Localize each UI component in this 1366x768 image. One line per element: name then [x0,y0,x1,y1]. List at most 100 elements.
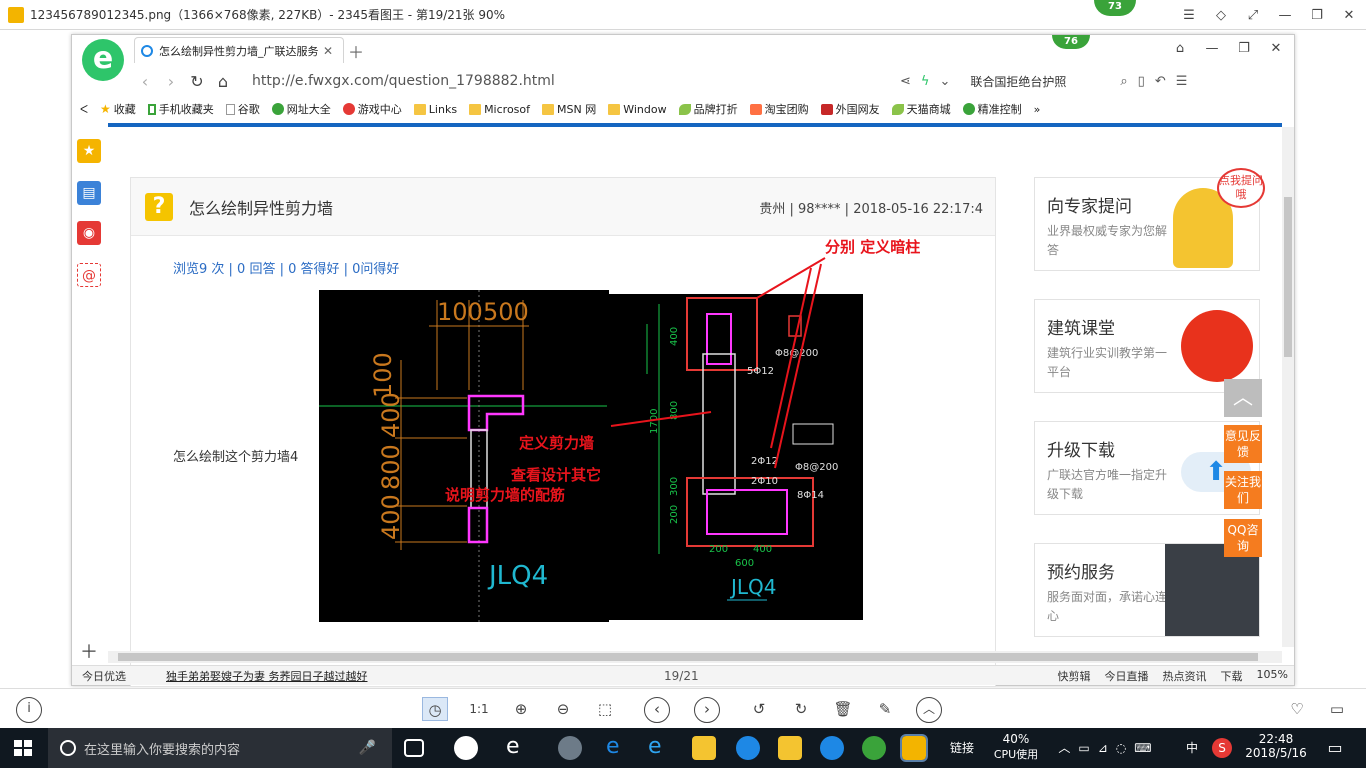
phone-icon[interactable]: ▯ [1138,74,1145,89]
bookmark-sites[interactable]: 网址大全 [271,101,331,117]
task-view-icon[interactable] [404,739,424,757]
today-picks[interactable]: 今日优选 [82,668,126,684]
taskbar-search[interactable]: 在这里输入你要搜索的内容 🎤 [48,728,392,768]
news-icon[interactable]: ▤ [77,181,101,205]
download-link[interactable]: 下载 [1221,668,1243,684]
scroll-thumb[interactable] [1284,197,1292,357]
browser-e-icon[interactable]: e [506,736,530,760]
bookmark-taobao[interactable]: 淘宝团购 [749,101,809,117]
menu-icon[interactable]: ☰ [1176,74,1188,89]
promo-ask-expert[interactable]: 向专家提问 业界最权威专家为您解答 点我提问哦 [1034,168,1265,271]
bookmark-mobile[interactable]: 手机收藏夹 [147,101,214,117]
more-icon[interactable]: ︿ [916,697,942,723]
bookmark-msn[interactable]: MSN 网 [542,101,596,117]
crop-icon[interactable]: ⬚ [592,697,618,721]
restore-icon[interactable]: ❐ [1236,41,1252,56]
feedback-button[interactable]: 意见反馈 [1224,425,1262,463]
zoom-out-icon[interactable]: ⊖ [550,697,576,721]
promo-booking-service[interactable]: 预约服务 服务面对面，承诺心连心 [1034,543,1260,637]
bookmark-tmall[interactable]: 天猫商城 [891,101,951,117]
bookmark-microsoft[interactable]: Microsof [469,103,530,116]
green-app-icon[interactable] [862,736,886,760]
g-app-icon[interactable] [736,736,760,760]
quick-edit-link[interactable]: 快剪辑 [1058,668,1091,684]
zoom-level[interactable]: 105% [1257,668,1288,684]
minimize-icon[interactable]: — [1276,8,1294,23]
tab-active[interactable]: 怎么绘制异性剪力墙_广联达服务 ✕ [134,37,344,63]
new-tab-button[interactable]: ＋ [348,39,364,63]
swirl-app-icon[interactable] [558,736,582,760]
sogou-icon[interactable]: S [1212,738,1232,758]
next-icon[interactable]: › [694,697,720,723]
restore-icon[interactable]: ❐ [1308,8,1326,23]
browser-badge[interactable]: 76 [1052,35,1090,49]
edge-icon[interactable]: e [606,736,630,760]
scroll-thumb[interactable] [118,653,1258,661]
bookmark-favorites[interactable]: ★ 收藏 [100,101,136,117]
previous-icon[interactable]: ‹ [644,697,670,723]
reload-icon[interactable]: ↻ [184,72,210,91]
delete-icon[interactable]: 🗑 [830,697,856,721]
more-bookmarks-icon[interactable]: » [1034,103,1041,116]
actual-size-icon[interactable]: 1:1 [466,697,492,721]
undo-icon[interactable]: ↶ [1155,74,1166,89]
minimize-icon[interactable]: — [1204,41,1220,56]
address-bar[interactable]: http://e.fwxgx.com/question_1798882.html [252,73,892,89]
ime-indicator[interactable]: 中 [1184,728,1200,768]
back-to-top-icon[interactable]: ︿ [1224,379,1262,417]
email-icon[interactable]: @ [77,263,101,287]
fan-app-icon[interactable] [454,736,478,760]
folder-icon[interactable]: ▭ [1324,697,1350,721]
search-input[interactable]: 联合国拒绝台护照 [970,73,1110,90]
bookmark-games[interactable]: 游戏中心 [342,101,402,117]
bookmark-windows[interactable]: Window [608,103,667,116]
edit-icon[interactable]: ✎ [872,697,898,721]
rotate-left-icon[interactable]: ↺ [746,697,772,721]
news-ticker-link[interactable]: 独手弟弟娶嫂子为妻 务荞园日子越过越好 [166,668,368,684]
bookmark-links[interactable]: Links [413,103,457,116]
favorites-star-icon[interactable]: ★ [77,139,101,163]
qq-consult-button[interactable]: QQ咨询 [1224,519,1262,557]
file-explorer-icon[interactable] [692,736,716,760]
clock[interactable]: 22:48 2018/5/16 [1240,728,1312,768]
follow-button[interactable]: 关注我们 [1224,471,1262,509]
bookmark-precise[interactable]: 精准控制 [962,101,1022,117]
add-icon[interactable]: ＋ [77,641,101,665]
start-windows-icon[interactable] [14,740,32,756]
sidebar-toggle-icon[interactable]: ᐸ [80,103,88,116]
ie-icon[interactable]: e [648,736,672,760]
image-viewer-app-icon[interactable] [900,734,928,762]
zoom-in-icon[interactable]: ⊕ [508,697,534,721]
horizontal-scrollbar[interactable] [108,651,1282,663]
notification-icon[interactable]: ▭ [1320,728,1350,768]
shirt-icon[interactable]: ⌂ [1172,41,1188,56]
notes-app-icon[interactable] [778,736,802,760]
vertical-scrollbar[interactable] [1282,127,1294,647]
favorite-heart-icon[interactable]: ♡ [1284,697,1310,721]
bookmark-foreign[interactable]: 外国网友 [820,101,880,117]
live-link[interactable]: 今日直播 [1105,668,1149,684]
home-icon[interactable]: ⌂ [210,72,236,91]
tab-close-icon[interactable]: ✕ [323,44,337,58]
tray-icons[interactable]: ︿▭⊿◌⌨ [1054,728,1164,768]
bookmark-discount[interactable]: 品牌打折 [678,101,738,117]
rotate-right-icon[interactable]: ↻ [788,697,814,721]
chevron-down-icon[interactable]: ⌄ [939,74,950,89]
adapt-icon[interactable]: ◷ [422,697,448,721]
taskbar-link[interactable]: 链接 [942,728,982,768]
bookmark-google[interactable]: 谷歌 [225,101,260,117]
microphone-icon[interactable]: 🎤 [359,740,376,756]
close-icon[interactable]: ✕ [1340,8,1358,23]
close-icon[interactable]: ✕ [1268,41,1284,56]
search-icon[interactable]: ⌕ [1120,74,1127,89]
menu-icon[interactable]: ☰ [1180,8,1198,23]
ask-bubble[interactable]: 点我提问哦 [1217,168,1265,208]
skin-icon[interactable]: ◇ [1212,8,1230,23]
bolt-icon[interactable]: ϟ [921,74,930,89]
fullscreen-icon[interactable]: ⤢ [1244,8,1262,23]
info-icon[interactable]: i [16,697,42,723]
hot-news-link[interactable]: 热点资讯 [1163,668,1207,684]
browser-logo[interactable]: e [82,39,124,81]
forward-icon[interactable]: › [158,72,184,91]
back-icon[interactable]: ‹ [132,72,158,91]
